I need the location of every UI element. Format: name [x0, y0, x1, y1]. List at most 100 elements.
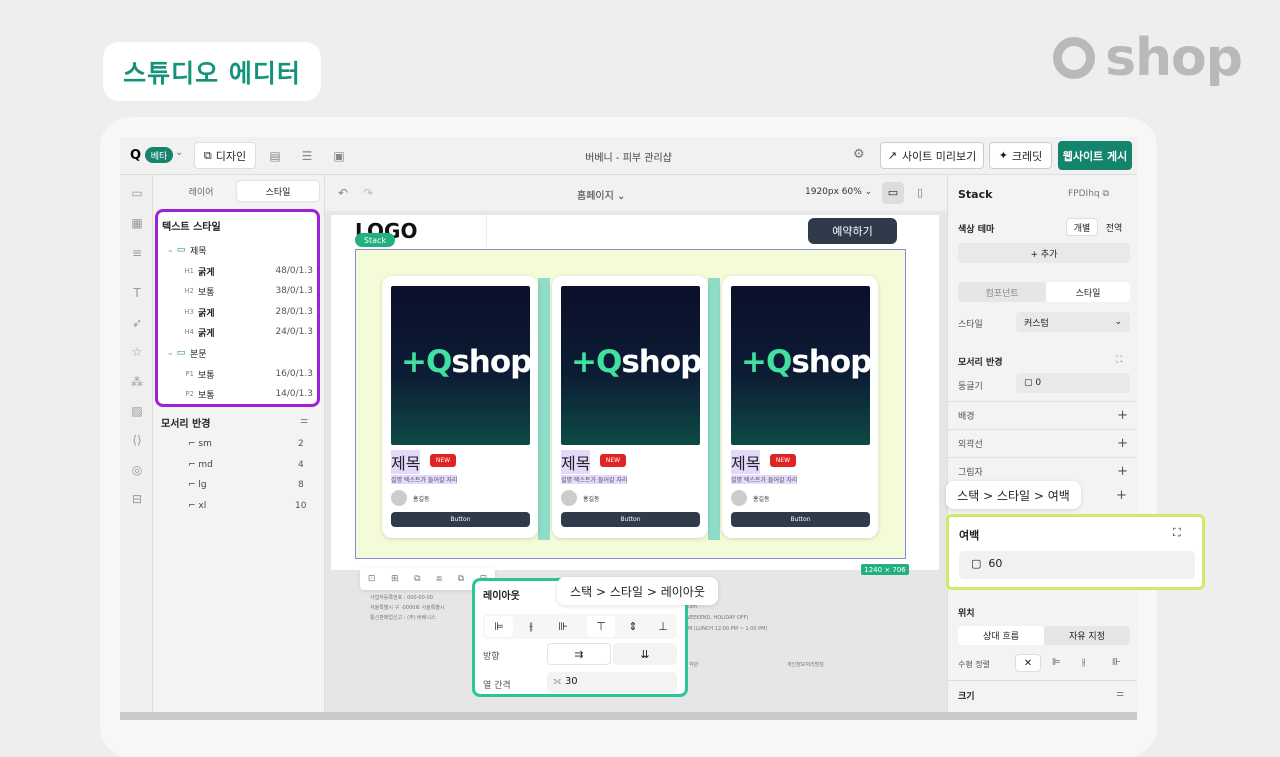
tab-component[interactable]: 컴포넌트 — [958, 282, 1046, 302]
sliders-icon[interactable]: ⚌ — [300, 416, 308, 426]
tab-styles[interactable]: 스타일 — [237, 181, 319, 201]
product-card[interactable]: +Qshop 제목 NEW 설명 텍스트가 들어갈 자리 홍길동 Button — [552, 276, 708, 538]
style-row[interactable]: H2 보통 38/0/1.3 — [158, 281, 317, 301]
gap-indicator — [708, 278, 720, 540]
align-bottom-icon[interactable]: ⊥ — [649, 616, 677, 637]
align-middle-icon[interactable]: ⇕ — [619, 616, 647, 637]
redo-icon[interactable]: ↷ — [363, 186, 373, 200]
align-top-icon[interactable]: ⊤ — [587, 616, 615, 637]
element-id: FPDIhq ⧉ — [1068, 189, 1109, 199]
corner-input[interactable]: ▢ 0 — [1016, 373, 1130, 393]
frame-icon[interactable]: ⊡ — [368, 574, 376, 584]
close-icon[interactable]: ✕ — [1015, 654, 1041, 672]
stack-container[interactable]: +Qshop 제목 NEW 설명 텍스트가 들어갈 자리 홍길동 Button … — [355, 249, 906, 559]
zoom-selector[interactable]: 1920px 60% ⌄ — [805, 187, 872, 197]
code-icon[interactable]: ⟨⟩ — [129, 433, 145, 449]
theme-individual[interactable]: 개별 — [1066, 218, 1098, 236]
chevron-down-icon: ⌄ — [166, 245, 174, 255]
padding-input[interactable]: ▢ 60 — [959, 551, 1195, 579]
background-row[interactable]: 배경 + — [948, 401, 1137, 429]
style-select[interactable]: 커스텀 ⌄ — [1016, 312, 1130, 332]
direction-horizontal-icon[interactable]: ⇉ — [547, 643, 611, 665]
folder-icon: ▭ — [176, 348, 186, 358]
gap-input[interactable]: ⟗ 30 — [547, 672, 677, 693]
align-center-icon[interactable]: ⫲ — [517, 616, 545, 637]
card-button[interactable]: Button — [561, 512, 700, 527]
align-left-icon[interactable]: ⊫ — [1052, 657, 1061, 668]
column-icon[interactable]: ⊞ — [391, 574, 399, 584]
padding-tooltip: 스택 > 스타일 > 여백 — [946, 481, 1081, 509]
settings-icon[interactable]: ◎ — [129, 463, 145, 479]
align-center-icon[interactable]: ⫲ — [1082, 657, 1085, 668]
card-title: 제목 — [561, 450, 591, 474]
star-icon[interactable]: ☆ — [129, 345, 145, 361]
position-free[interactable]: 자유 지정 — [1044, 626, 1130, 645]
folder-icon: ▭ — [176, 245, 186, 255]
credit-button[interactable]: ✦ 크레딧 — [989, 142, 1052, 169]
layout-title: 레이아웃 — [483, 591, 520, 602]
style-row[interactable]: H4 굵게 24/0/1.3 — [158, 322, 317, 342]
radius-lg-label[interactable]: ⌐ lg — [188, 480, 207, 490]
style-row[interactable]: H1 굵게 48/0/1.3 — [158, 261, 317, 281]
style-row[interactable]: P1 보통 16/0/1.3 — [158, 364, 317, 384]
publish-button[interactable]: 웹사이트 게시 — [1058, 141, 1132, 170]
radius-sm-label[interactable]: ⌐ sm — [188, 439, 212, 449]
product-card[interactable]: +Qshop 제목 NEW 설명 텍스트가 들어갈 자리 홍길동 Button — [722, 276, 878, 538]
padding-mode-icon[interactable]: ⛶ — [1173, 526, 1181, 540]
product-card[interactable]: +Qshop 제목 NEW 설명 텍스트가 들어갈 자리 홍길동 Button — [382, 276, 538, 538]
align-toolbar: ⊫ ⫲ ⊪ ⊤ ⇕ ⊥ — [483, 614, 677, 639]
tab-style[interactable]: 스타일 — [1046, 282, 1130, 302]
list-icon[interactable]: ≡ — [129, 246, 145, 262]
style-row[interactable]: P2 보통 14/0/1.3 — [158, 384, 317, 404]
site-preview-button[interactable]: ↗ 사이트 미리보기 — [880, 142, 984, 169]
theme-global[interactable]: 전역 — [1098, 218, 1130, 236]
pages-icon[interactable]: ▭ — [129, 186, 145, 202]
plus-icon: + — [1117, 464, 1128, 479]
text-icon[interactable]: T — [129, 286, 145, 302]
mobile-icon[interactable]: ▯ — [917, 186, 923, 199]
shapes-icon[interactable]: ⁂ — [129, 375, 145, 391]
card-title: 제목 — [731, 450, 761, 474]
card-description: 설명 텍스트가 들어갈 자리 — [391, 475, 458, 484]
direction-vertical-icon[interactable]: ⇊ — [613, 643, 677, 665]
radius-xl-label[interactable]: ⌐ xl — [188, 501, 206, 511]
card-button[interactable]: Button — [731, 512, 870, 527]
reserve-button[interactable]: 예약하기 — [808, 218, 897, 244]
layers-icon[interactable]: ⧉ — [458, 574, 464, 584]
plus-icon[interactable]: + — [1116, 488, 1127, 503]
privacy-link[interactable]: 개인정보처리방침 — [787, 661, 824, 668]
group-body[interactable]: ⌄ ▭ 본문 — [158, 343, 317, 363]
gear-icon[interactable]: ⚙ — [853, 147, 865, 162]
card-image: +Qshop — [391, 286, 530, 445]
padding-popup: 여백 ⛶ ▢ 60 — [946, 514, 1205, 590]
outline-row[interactable]: 외곽선 + — [948, 429, 1137, 457]
align-right-icon[interactable]: ⊪ — [549, 616, 577, 637]
tab-layers[interactable]: 레이어 — [165, 181, 237, 201]
undo-icon[interactable]: ↶ — [338, 186, 348, 200]
card-button[interactable]: Button — [391, 512, 530, 527]
copy-icon[interactable]: ⧉ — [414, 574, 420, 584]
page-selector[interactable]: 홈페이지 ⌄ — [577, 187, 625, 202]
sliders-icon[interactable]: ⚌ — [1116, 689, 1124, 699]
site-page: LOGO 예약하기 +Qshop 제목 NEW 설명 텍스트가 들어갈 자리 홍… — [331, 215, 939, 575]
layout-tooltip: 스택 > 스타일 > 레이아웃 — [557, 577, 718, 605]
sections-icon[interactable]: ▦ — [129, 216, 145, 232]
cursor-icon[interactable]: ➶ — [129, 316, 145, 332]
terms-link[interactable]: 약관 — [689, 661, 698, 668]
duplicate-icon[interactable]: ⧈ — [436, 574, 442, 584]
desktop-icon[interactable]: ▭ — [882, 182, 904, 204]
store-icon[interactable]: ⊟ — [129, 492, 145, 508]
style-row[interactable]: H3 굵게 28/0/1.3 — [158, 302, 317, 322]
align-label: 수평 정렬 — [958, 660, 990, 669]
corner-label: 둥글기 — [958, 382, 983, 392]
divider — [948, 680, 1137, 681]
radius-md-label[interactable]: ⌐ md — [188, 460, 213, 470]
add-theme-button[interactable]: + 추가 — [958, 243, 1130, 263]
align-right-icon[interactable]: ⊪ — [1112, 657, 1121, 668]
expand-icon[interactable]: ⛶ — [1116, 355, 1122, 365]
media-icon[interactable]: ▨ — [129, 404, 145, 420]
group-heading[interactable]: ⌄ ▭ 제목 — [158, 240, 317, 260]
align-left-icon[interactable]: ⊫ — [485, 616, 513, 637]
plus-icon: + — [1117, 436, 1128, 451]
position-relative[interactable]: 상대 흐름 — [958, 626, 1044, 645]
